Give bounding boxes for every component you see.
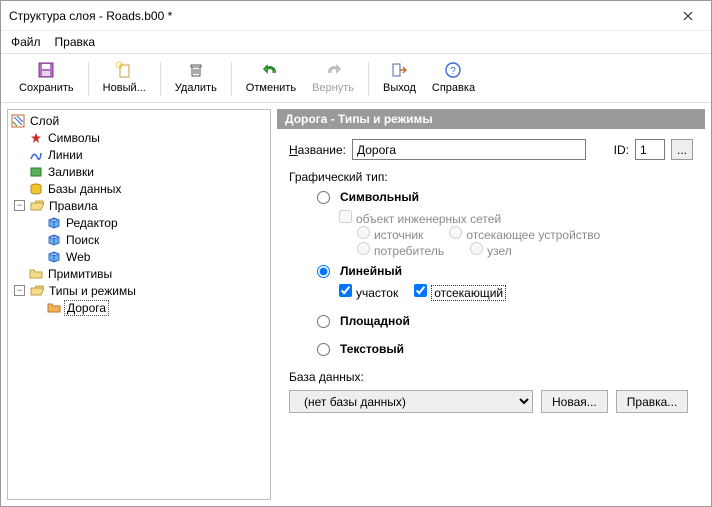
radio-text-row[interactable]: Текстовый xyxy=(317,342,693,356)
tree[interactable]: Слой Символы Линии Заливки Базы данных −… xyxy=(10,112,268,316)
cb-section[interactable] xyxy=(339,284,352,297)
tree-rules[interactable]: −Правила xyxy=(10,197,268,214)
line-icon xyxy=(28,149,44,161)
separator xyxy=(160,62,161,96)
tree-lines[interactable]: Линии xyxy=(10,146,268,163)
help-button[interactable]: ? Справка xyxy=(424,58,483,96)
trash-icon xyxy=(187,60,205,80)
id-input[interactable] xyxy=(635,139,665,160)
layer-icon xyxy=(10,114,26,128)
tree-root[interactable]: Слой xyxy=(10,112,268,129)
db-label: База данных: xyxy=(289,370,693,384)
id-label: ID: xyxy=(614,143,629,157)
new-button[interactable]: Новый... xyxy=(95,58,154,96)
toolbar: Сохранить Новый... Удалить Отменить Верн… xyxy=(1,54,711,103)
radio-area[interactable] xyxy=(317,315,330,328)
radio-text[interactable] xyxy=(317,343,330,356)
svg-text:?: ? xyxy=(451,66,457,77)
name-row: Название: ID: ... xyxy=(289,139,693,160)
tree-editor[interactable]: Редактор xyxy=(10,214,268,231)
radio-consumer xyxy=(357,242,370,255)
folder-open-icon xyxy=(29,285,45,297)
collapse-icon[interactable]: − xyxy=(14,200,25,211)
folder-open-icon xyxy=(29,200,45,212)
star-icon xyxy=(28,132,44,144)
cb-section-label[interactable]: участок xyxy=(339,284,398,300)
db-edit-button[interactable]: Правка... xyxy=(616,390,689,413)
tree-fills[interactable]: Заливки xyxy=(10,163,268,180)
tree-symbols[interactable]: Символы xyxy=(10,129,268,146)
tree-databases[interactable]: Базы данных xyxy=(10,180,268,197)
db-select[interactable]: (нет базы данных) xyxy=(289,390,533,413)
cb-cutting[interactable] xyxy=(414,284,427,297)
tree-road[interactable]: Дорога xyxy=(10,299,268,316)
gtype-label: Графический тип: xyxy=(289,170,693,184)
menu-edit[interactable]: Правка xyxy=(55,35,96,49)
linear-sub: участок отсекающий xyxy=(339,284,693,300)
eng-sub1: источник отсекающее устройство xyxy=(357,226,693,242)
db-row: (нет базы данных) Новая... Правка... xyxy=(289,390,693,413)
cube-icon xyxy=(46,251,62,263)
content: Слой Символы Линии Заливки Базы данных −… xyxy=(1,103,711,506)
folder-orange-icon xyxy=(46,302,62,314)
window-title: Структура слоя - Roads.b00 * xyxy=(9,9,673,23)
eng-sub2: потребитель узел xyxy=(357,242,693,258)
window: Структура слоя - Roads.b00 * Файл Правка… xyxy=(0,0,712,507)
id-browse-button[interactable]: ... xyxy=(671,139,693,160)
redo-button: Вернуть xyxy=(304,58,362,96)
tree-web[interactable]: Web xyxy=(10,248,268,265)
radio-cut-device xyxy=(449,226,462,239)
separator xyxy=(88,62,89,96)
exit-icon xyxy=(390,60,408,80)
detail-panel: Дорога - Типы и режимы Название: ID: ...… xyxy=(277,109,705,500)
radio-source xyxy=(357,226,370,239)
database-icon xyxy=(28,183,44,195)
cb-eng-row: объект инженерных сетей xyxy=(339,210,693,226)
tree-primitives[interactable]: Примитивы xyxy=(10,265,268,282)
close-button[interactable] xyxy=(673,1,703,31)
radio-linear-row[interactable]: Линейный xyxy=(317,264,693,278)
tree-types[interactable]: −Типы и режимы xyxy=(10,282,268,299)
help-icon: ? xyxy=(444,60,462,80)
collapse-icon[interactable]: − xyxy=(14,285,25,296)
save-button[interactable]: Сохранить xyxy=(11,58,82,96)
cube-icon xyxy=(46,217,62,229)
separator xyxy=(368,62,369,96)
save-icon xyxy=(37,60,55,80)
radio-linear[interactable] xyxy=(317,265,330,278)
exit-button[interactable]: Выход xyxy=(375,58,424,96)
new-icon xyxy=(115,60,133,80)
titlebar: Структура слоя - Roads.b00 * xyxy=(1,1,711,31)
undo-icon xyxy=(262,60,280,80)
panel-body: Название: ID: ... Графический тип: Симво… xyxy=(277,129,705,500)
fill-icon xyxy=(28,166,44,178)
tree-search[interactable]: Поиск xyxy=(10,231,268,248)
separator xyxy=(231,62,232,96)
tree-selected-label: Дорога xyxy=(64,300,109,316)
radio-node xyxy=(470,242,483,255)
radio-symbol[interactable] xyxy=(317,191,330,204)
name-label: Название: xyxy=(289,143,346,157)
tree-panel: Слой Символы Линии Заливки Базы данных −… xyxy=(7,109,271,500)
name-input[interactable] xyxy=(352,139,586,160)
graphic-type-group: Символьный объект инженерных сетей источ… xyxy=(317,190,693,356)
panel-header: Дорога - Типы и режимы xyxy=(277,109,705,129)
folder-icon xyxy=(28,268,44,280)
delete-button[interactable]: Удалить xyxy=(167,58,225,96)
radio-area-row[interactable]: Площадной xyxy=(317,314,693,328)
radio-symbol-row[interactable]: Символьный xyxy=(317,190,693,204)
undo-button[interactable]: Отменить xyxy=(238,58,304,96)
menubar: Файл Правка xyxy=(1,31,711,54)
cube-icon xyxy=(46,234,62,246)
cb-cutting-label[interactable]: отсекающий xyxy=(414,284,506,300)
menu-file[interactable]: Файл xyxy=(11,35,41,49)
db-new-button[interactable]: Новая... xyxy=(541,390,608,413)
cb-engnet xyxy=(339,210,352,223)
redo-icon xyxy=(324,60,342,80)
